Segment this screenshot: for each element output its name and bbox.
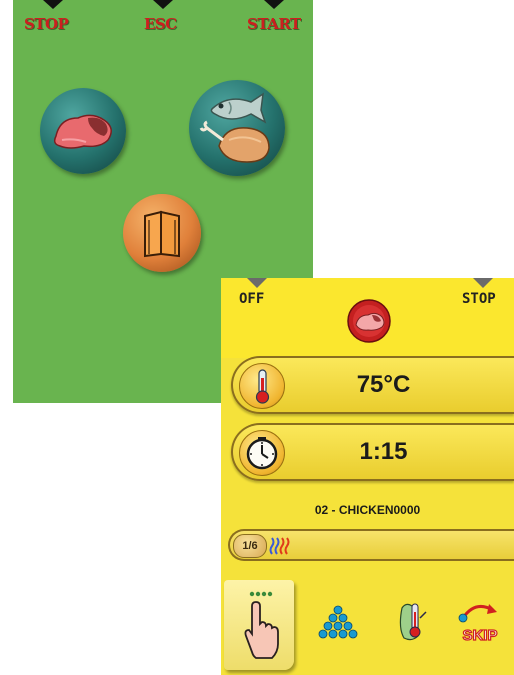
skip-icon[interactable]: SKIP bbox=[455, 596, 505, 648]
temperature-setting[interactable]: 75°C bbox=[231, 356, 514, 414]
meat-icon bbox=[347, 299, 391, 343]
heat-waves-icon bbox=[269, 537, 290, 555]
bottom-toolbar: SKIP bbox=[221, 578, 514, 675]
touch-hand-icon bbox=[244, 591, 279, 659]
fish-poultry-button[interactable] bbox=[189, 80, 285, 176]
esc-pointer-icon bbox=[153, 0, 173, 9]
fish-poultry-icon bbox=[199, 92, 270, 163]
recipe-book-button[interactable] bbox=[123, 194, 201, 272]
temperature-icon-badge bbox=[239, 363, 285, 409]
core-probe-icon[interactable] bbox=[392, 598, 432, 646]
off-pointer-icon bbox=[247, 278, 267, 288]
skip-label: SKIP bbox=[462, 627, 497, 644]
stack-icon[interactable] bbox=[317, 602, 359, 646]
program-name: 02 - CHICKEN0000 bbox=[314, 503, 421, 517]
stop-pointer-icon bbox=[43, 0, 63, 9]
meat-button[interactable] bbox=[40, 88, 126, 174]
recipe-book-icon bbox=[144, 210, 180, 258]
esc-button[interactable]: ESC bbox=[144, 15, 177, 33]
thermometer-icon bbox=[255, 369, 270, 404]
off-button[interactable]: OFF bbox=[239, 291, 264, 307]
step-counter: 1/6 bbox=[233, 534, 267, 558]
temperature-value: 75°C bbox=[356, 371, 411, 398]
clock-icon bbox=[246, 437, 278, 470]
time-setting[interactable]: 1:15 bbox=[231, 423, 514, 481]
start-button[interactable]: START bbox=[247, 15, 301, 33]
time-icon-badge bbox=[239, 430, 285, 476]
start-pointer-icon bbox=[264, 0, 284, 9]
stop-button[interactable]: STOP bbox=[462, 291, 496, 307]
stop-button[interactable]: STOP bbox=[24, 15, 69, 33]
meat-icon bbox=[53, 114, 112, 149]
time-value: 1:15 bbox=[359, 438, 408, 465]
stop-pointer-icon bbox=[473, 278, 493, 288]
cooking-screen: OFF STOP 75°C 1:15 02 - CHICKEN0000 1/6 … bbox=[221, 278, 514, 675]
touch-mode-button[interactable] bbox=[224, 580, 294, 670]
step-progress-bar[interactable]: 1/6 bbox=[228, 529, 514, 561]
